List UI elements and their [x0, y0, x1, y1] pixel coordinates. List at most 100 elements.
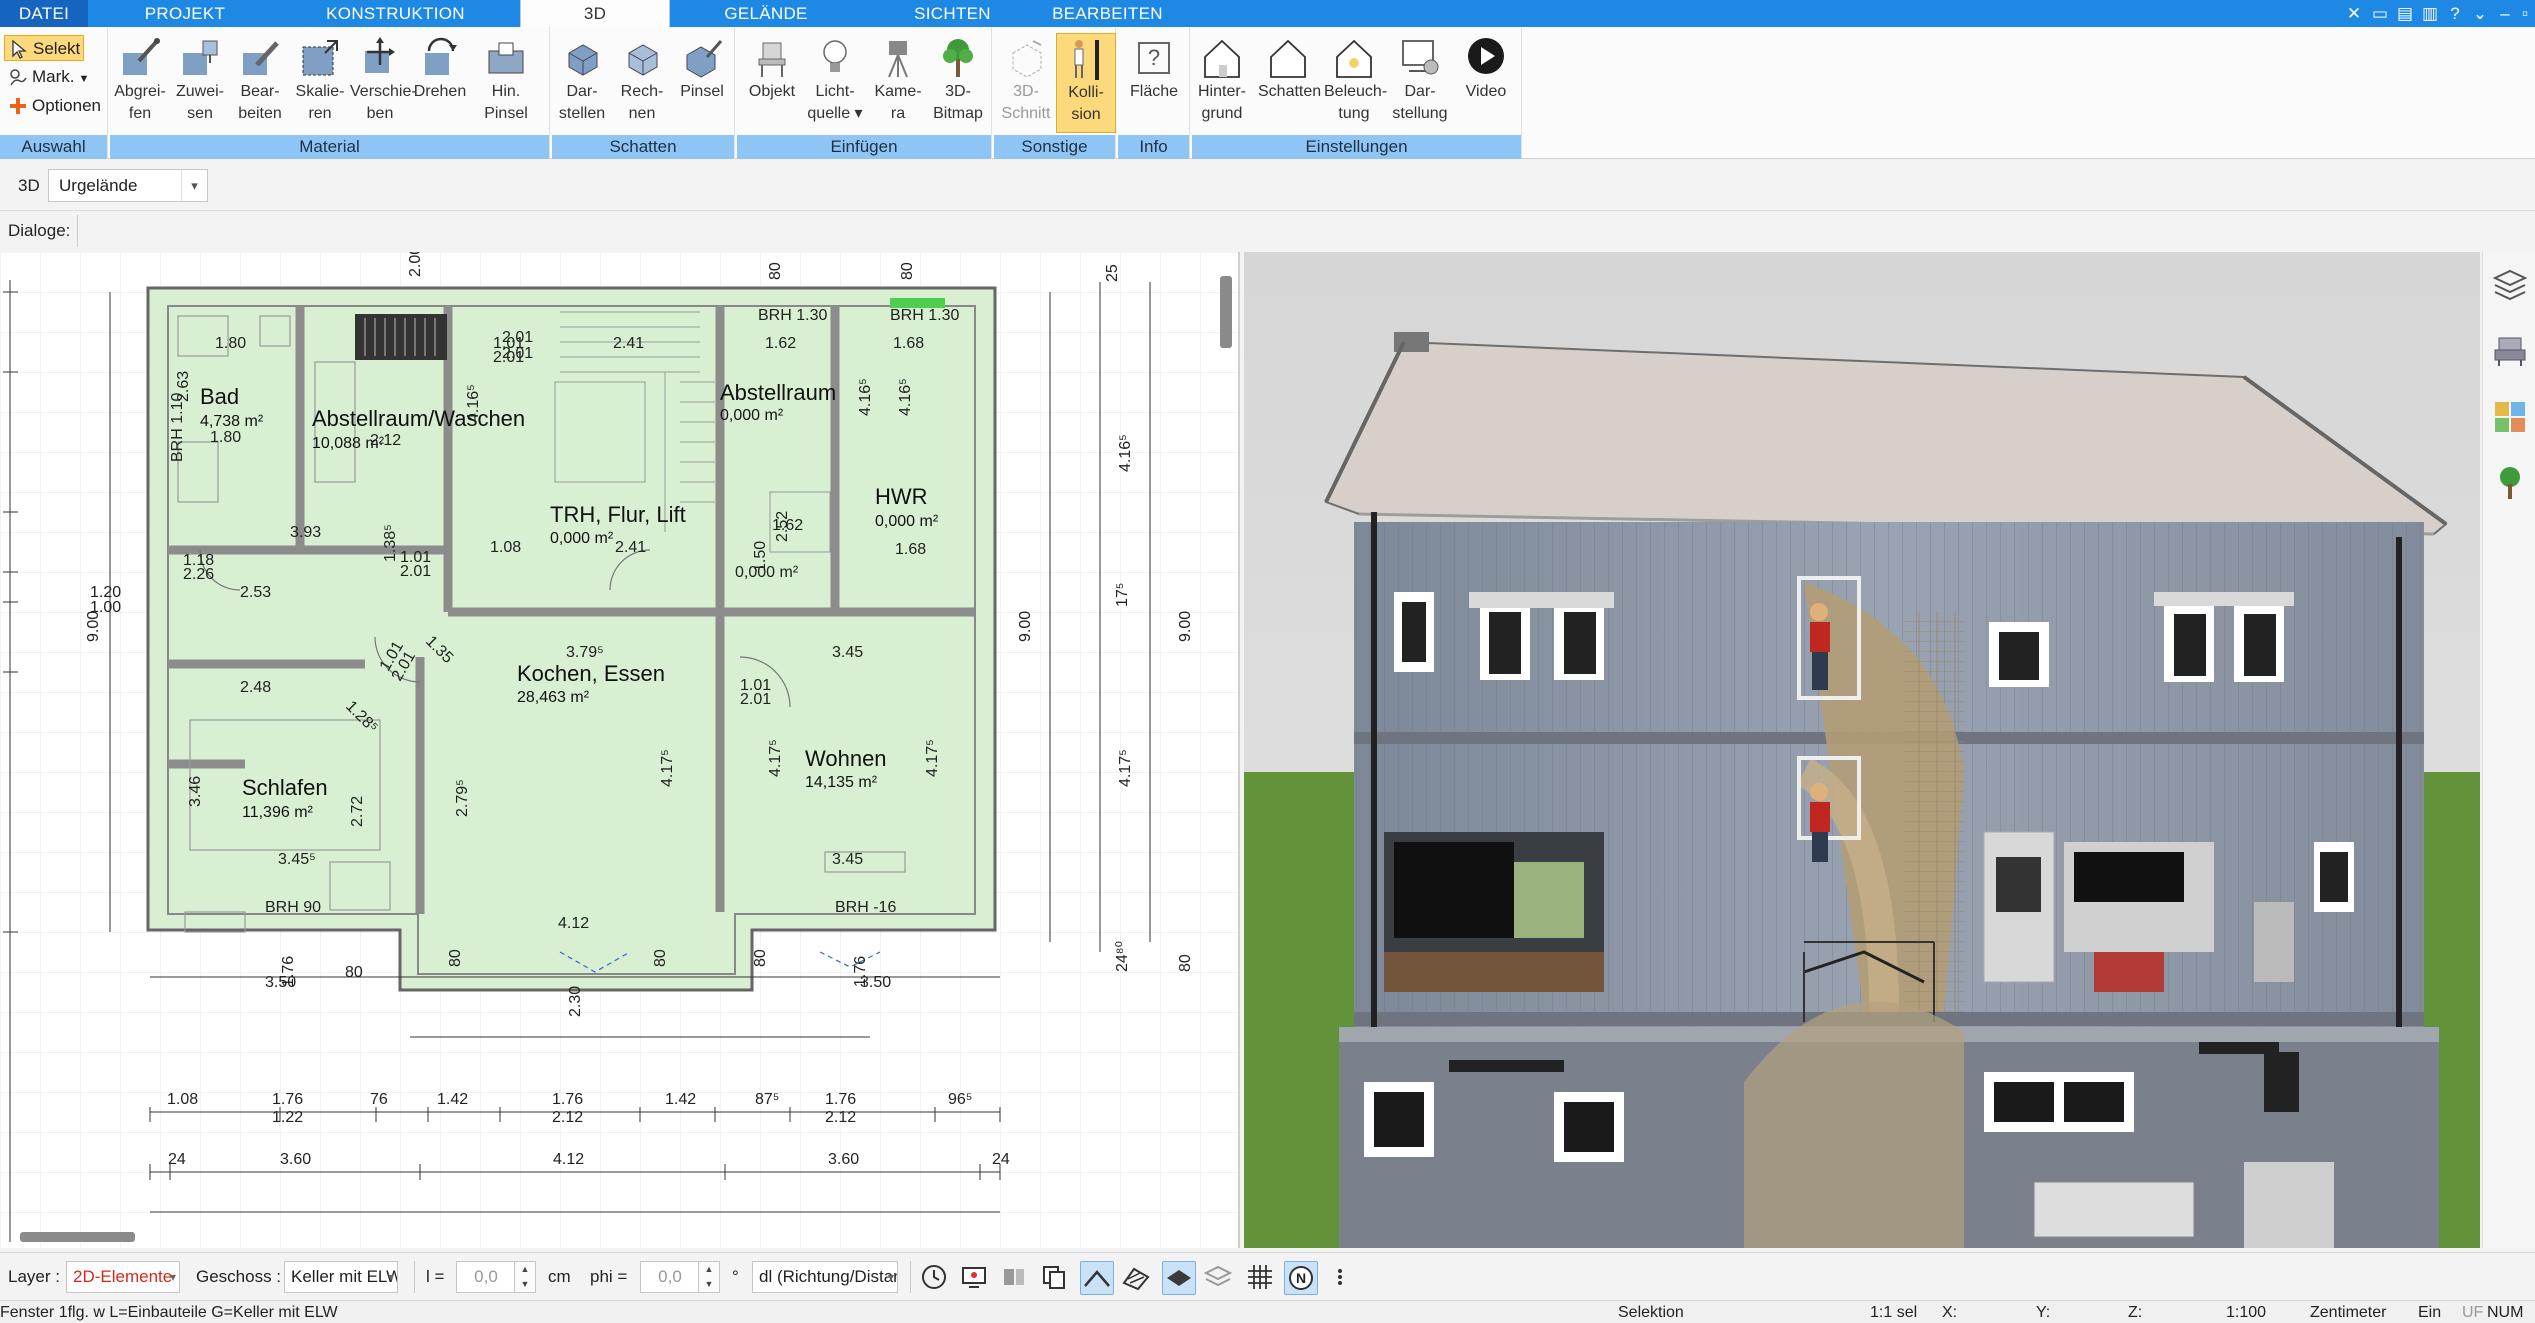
angle-snap-button[interactable]: [1080, 1261, 1114, 1295]
layer-select[interactable]: 2D-Elemente ▾: [66, 1261, 180, 1293]
scale-material-button[interactable]: Skalie- ren: [290, 33, 350, 133]
layers-icon[interactable]: [2491, 266, 2529, 304]
mark-icon: [10, 69, 27, 86]
tab-konstruktion[interactable]: KONSTRUKTION: [318, 0, 473, 27]
folder-icon[interactable]: ▭: [2368, 2, 2392, 25]
clock-button[interactable]: [918, 1261, 952, 1295]
tab-bearbeiten[interactable]: BEARBEITEN: [1045, 0, 1170, 27]
dimension-label: 2.00: [407, 252, 424, 277]
insert-object-button[interactable]: Objekt: [742, 33, 802, 133]
insert-3d-bitmap-button[interactable]: 3D- Bitmap: [928, 33, 988, 133]
hatch-button[interactable]: [1120, 1261, 1154, 1295]
light-source-label: quelle ▾: [807, 105, 863, 122]
plane-button[interactable]: [1162, 1261, 1196, 1295]
input-bar: Layer : 2D-Elemente ▾ Geschoss : Keller m…: [0, 1252, 2535, 1300]
status-z: Z:: [2128, 1304, 2143, 1321]
terrain-select[interactable]: Urgelände ▾: [48, 169, 208, 202]
insert-light-button[interactable]: Licht- quelle ▾: [805, 33, 865, 133]
background-house-icon: [1204, 39, 1240, 78]
dimension-label: 2.52: [774, 511, 791, 542]
label-line1: Hinter-: [1197, 83, 1246, 100]
save-icon[interactable]: ▤: [2393, 2, 2417, 25]
status-hint: Fenster 1flg. w L=Einbauteile G=Keller m…: [0, 1304, 338, 1321]
phi-input[interactable]: 0,0: [640, 1261, 700, 1293]
length-stepper[interactable]: ▲ ▼: [514, 1261, 536, 1293]
assign-material-button[interactable]: Zuwei- sen: [170, 33, 230, 133]
tools-icon[interactable]: ✕: [2342, 2, 2366, 25]
chevron-down-icon[interactable]: ⌄: [2468, 2, 2492, 25]
tab-projekt[interactable]: PROJEKT: [130, 0, 240, 27]
tab-3d[interactable]: 3D: [520, 0, 670, 30]
background-settings-button[interactable]: Hinter- grund: [1192, 33, 1252, 133]
armchair-icon[interactable]: [2491, 332, 2529, 370]
insert-camera-button[interactable]: Kame- ra: [868, 33, 928, 133]
horizontal-scrollbar[interactable]: [20, 1232, 135, 1242]
tab-datei[interactable]: DATEI: [0, 0, 88, 27]
group-info: ? Fläche Info: [1118, 27, 1190, 159]
dimension-label: 9.00: [1177, 611, 1194, 642]
more-options-button[interactable]: [1324, 1261, 1358, 1295]
phi-stepper[interactable]: ▲ ▼: [698, 1261, 720, 1293]
dimension-label: 80: [767, 262, 784, 280]
video-button[interactable]: Video: [1456, 33, 1516, 133]
dimension-label: 1.38⁵: [382, 524, 399, 562]
maximize-icon[interactable]: ▫: [2515, 2, 2535, 25]
north-button[interactable]: N: [1284, 1261, 1318, 1295]
3d-section-button[interactable]: 3D- Schnitt: [996, 33, 1056, 133]
label-line1: Schatten: [1258, 83, 1322, 100]
shadow-brush-button[interactable]: Pinsel: [672, 33, 732, 133]
grid-icon: [1248, 1265, 1272, 1289]
label-line1: 3D-: [945, 83, 971, 100]
move-material-button[interactable]: Verschie- ben: [350, 33, 417, 133]
help-icon[interactable]: ?: [2443, 2, 2467, 25]
chevron-down-icon: ▾: [887, 1270, 894, 1284]
vertical-scrollbar[interactable]: [1220, 276, 1232, 348]
dimension-label: 2.01: [502, 345, 533, 362]
rotate-material-button[interactable]: Drehen: [410, 33, 470, 133]
status-scale: 1:100: [2226, 1304, 2267, 1321]
label-line1: Beleuch-: [1324, 83, 1388, 100]
lighting-settings-button[interactable]: Beleuch- tung: [1324, 33, 1388, 133]
dimension-label: 9.00: [85, 611, 102, 642]
pick-material-button[interactable]: Abgrei- fen: [110, 33, 170, 133]
length-input[interactable]: 0,0: [456, 1261, 516, 1293]
plants-icon[interactable]: [2491, 464, 2529, 502]
label-line1: Fläche: [1129, 83, 1179, 100]
tab-gelaende[interactable]: GELÄNDE: [710, 0, 822, 27]
grid-button[interactable]: [1244, 1261, 1278, 1295]
length-unit: cm: [548, 1267, 571, 1286]
monitor-button[interactable]: [958, 1261, 992, 1295]
dimension-label: 3.50: [265, 974, 296, 991]
mark-button[interactable]: Mark. ▼: [4, 64, 100, 90]
edit-material-button[interactable]: Bear- beiten: [230, 33, 290, 133]
mark-label: Mark.: [32, 67, 75, 86]
direction-select[interactable]: dl (Richtung/Distanz)▾: [752, 1261, 898, 1293]
calculate-shadow-button[interactable]: Rech- nen: [612, 33, 672, 133]
area-info-button[interactable]: ? Fläche: [1124, 33, 1184, 133]
shadow-settings-button[interactable]: Schatten: [1258, 33, 1322, 133]
show-shadow-button[interactable]: Dar- stellen: [552, 33, 612, 133]
object-snap-button[interactable]: [998, 1261, 1032, 1295]
area-info-icon: ?: [1138, 42, 1170, 74]
display-settings-button[interactable]: Dar- stellung: [1390, 33, 1450, 133]
geschoss-select[interactable]: Keller mit ELW ▾: [284, 1261, 398, 1293]
minimize-icon[interactable]: –: [2493, 2, 2517, 25]
floor-plan-view[interactable]: Bad 4,738 m² Abstellraum/Waschen 10,088 …: [0, 252, 1240, 1248]
3d-view[interactable]: [1244, 252, 2480, 1248]
select-button[interactable]: Selekt: [4, 35, 84, 61]
copy-button[interactable]: [1038, 1261, 1072, 1295]
options-button[interactable]: Optionen: [4, 93, 104, 119]
label-line2: fen: [128, 105, 152, 122]
dimension-label: 3.45: [832, 851, 863, 868]
background-brush-button[interactable]: Hin. Pinsel: [476, 33, 536, 133]
dimension-label: 3.46: [187, 776, 204, 807]
materials-icon[interactable]: [2491, 398, 2529, 436]
dimension-label: 3.60: [280, 1151, 311, 1168]
print-icon[interactable]: ▥: [2418, 2, 2442, 25]
label-line2: tung: [1338, 105, 1370, 122]
collision-button[interactable]: Kolli- sion: [1056, 33, 1116, 133]
layers-button[interactable]: [1202, 1261, 1236, 1295]
label-line2: stellen: [558, 105, 606, 122]
layer-stack-icon: [1203, 1265, 1233, 1287]
tab-sichten[interactable]: SICHTEN: [900, 0, 1005, 27]
